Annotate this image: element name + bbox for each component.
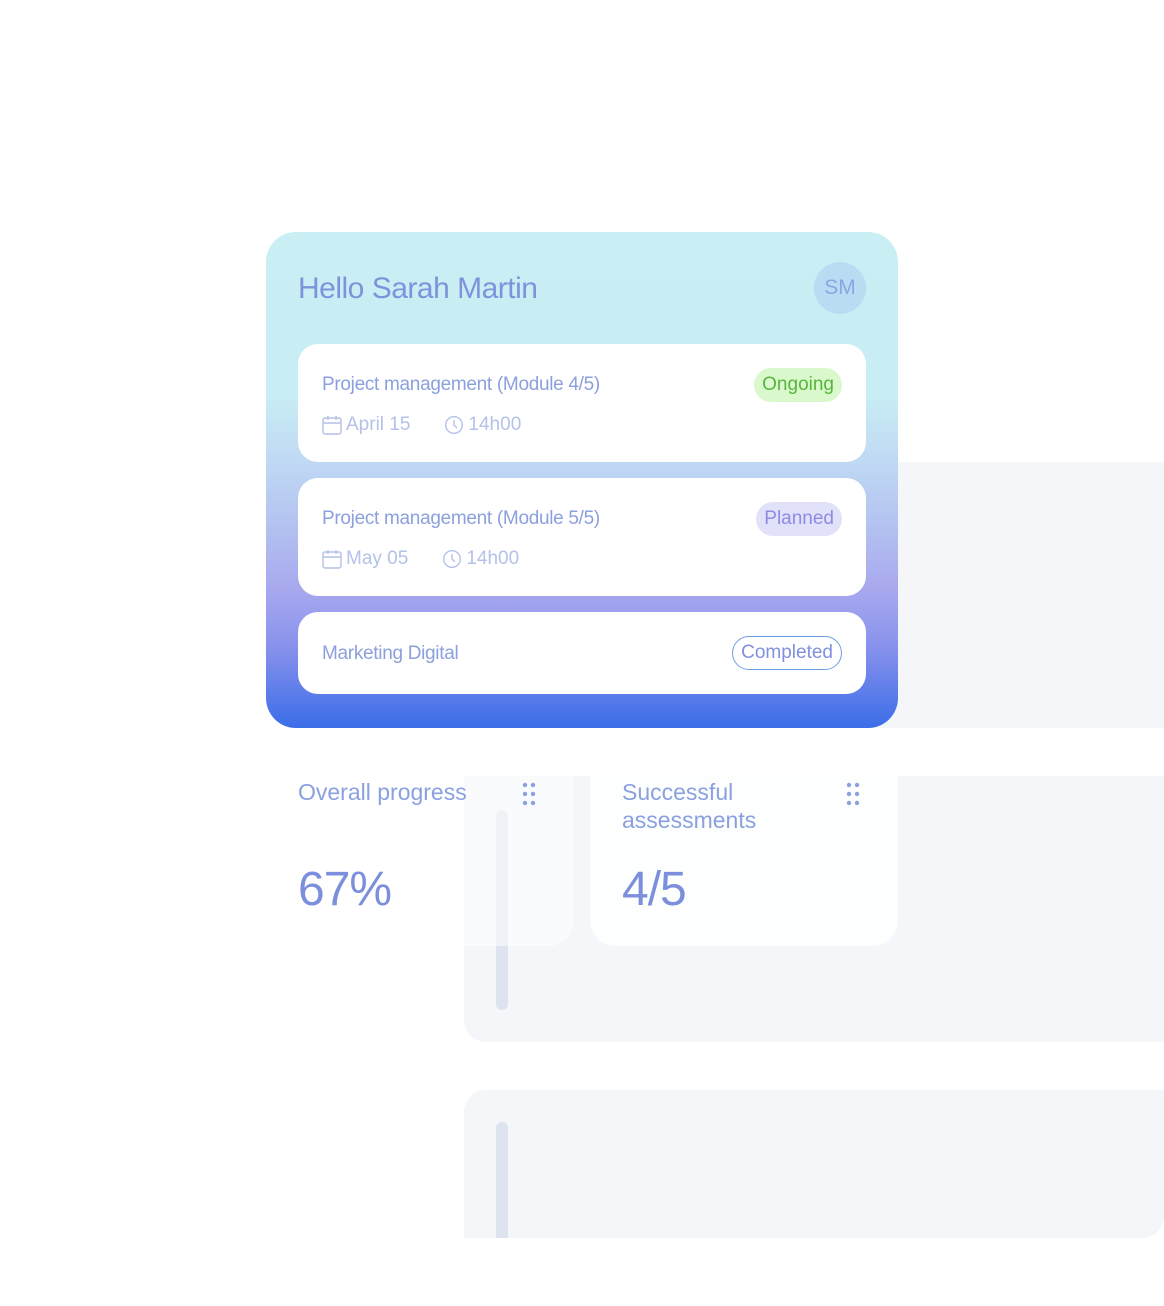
status-badge-ongoing: Ongoing (754, 368, 842, 402)
session-time: 14h00 (468, 414, 522, 435)
background-gap (464, 728, 1164, 776)
sessions-card: Hello Sarah Martin SM Project management… (266, 232, 898, 728)
background-mask (464, 1238, 1164, 1306)
session-title: Marketing Digital (322, 643, 459, 664)
calendar-icon (322, 416, 342, 435)
status-badge-completed: Completed (732, 636, 842, 670)
calendar-icon (322, 550, 342, 569)
session-item[interactable]: Project management (Module 5/5) Planned … (298, 478, 866, 596)
overall-progress-card: Overall progress 67% (266, 776, 574, 946)
session-title: Project management (Module 4/5) (322, 374, 600, 395)
stat-value: 4/5 (622, 863, 687, 916)
drag-handle-icon[interactable] (522, 782, 536, 806)
clock-icon (445, 415, 464, 435)
clock-icon (443, 549, 462, 569)
session-item[interactable]: Project management (Module 4/5) Ongoing … (298, 344, 866, 462)
session-meta: May 05 14h00 (322, 548, 519, 570)
status-badge-planned: Planned (756, 502, 842, 536)
session-time: 14h00 (466, 548, 520, 569)
avatar[interactable]: SM (814, 262, 866, 314)
session-item[interactable]: Marketing Digital Completed (298, 612, 866, 694)
stat-label: Overall progress (298, 779, 467, 805)
background-panel (464, 1090, 1164, 1238)
stat-value: 67% (298, 863, 392, 916)
session-date: April 15 (346, 414, 411, 435)
session-date: May 05 (346, 548, 409, 569)
session-meta: April 15 14h00 (322, 414, 521, 436)
drag-handle-icon[interactable] (846, 782, 860, 806)
stat-label: Successful assessments (622, 779, 757, 833)
background-scroll-bar (496, 1122, 508, 1252)
greeting-title: Hello Sarah Martin (298, 272, 538, 305)
session-title: Project management (Module 5/5) (322, 508, 600, 529)
successful-assessments-card: Successful assessments 4/5 (590, 776, 898, 946)
